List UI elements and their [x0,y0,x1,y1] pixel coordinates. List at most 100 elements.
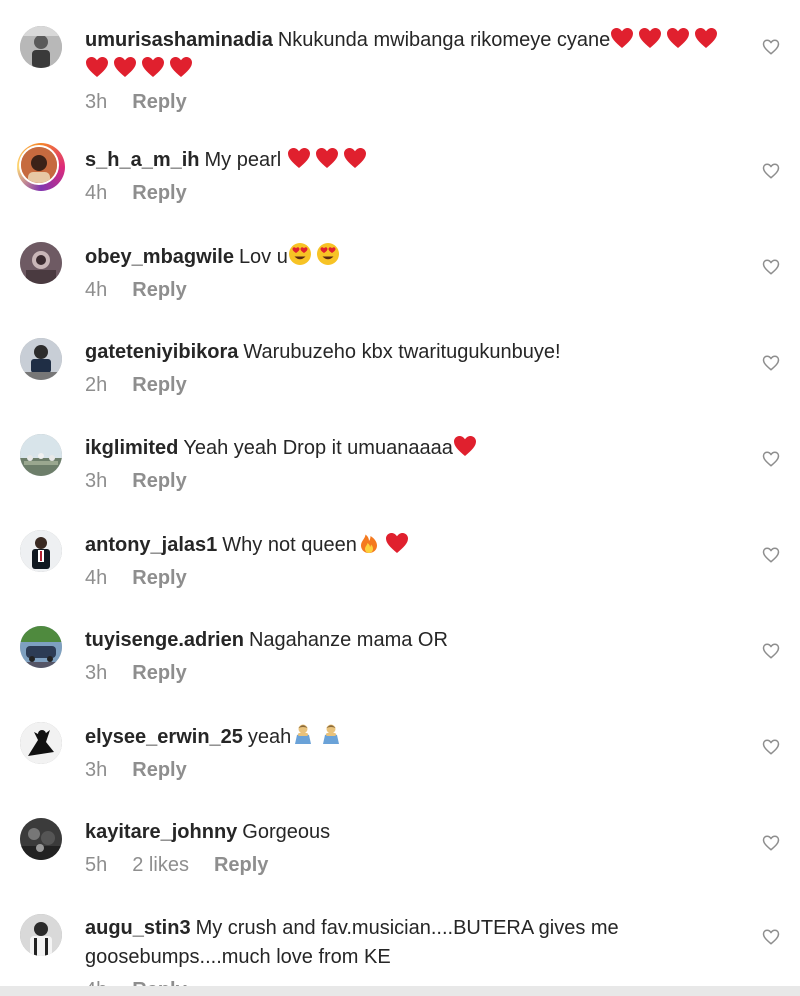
comment-username[interactable]: umurisashaminadia [85,29,273,51]
avatar[interactable] [20,914,62,956]
red-heart-emoji-icon [141,56,165,78]
comment-text: ikglimited Yeah yeah Drop it umuanaaaa [85,434,725,463]
red-heart-emoji-icon [694,27,718,49]
red-heart-emoji-icon [169,56,193,78]
comment-meta: 3h Reply [85,661,725,685]
comment-body: Nkukunda mwibanga rikomeye cyane [277,29,611,51]
red-heart-emoji-icon [113,56,137,78]
red-heart-emoji-icon [610,27,634,49]
reply-button[interactable]: Reply [132,469,186,493]
like-heart-icon[interactable] [762,38,780,56]
comment-username[interactable]: gateteniyibikora [85,341,238,363]
reply-button[interactable]: Reply [132,758,186,782]
comment-text: s_h_a_m_ih My pearl [85,146,725,175]
reply-button[interactable]: Reply [132,181,186,205]
person-bowing-emoji-icon [291,722,315,746]
comment-text: obey_mbagwile Lov u [85,242,725,272]
person-bowing-emoji-icon [319,722,343,746]
comment-username[interactable]: antony_jalas1 [85,534,217,556]
comment-text: antony_jalas1 Why not queen [85,530,725,560]
comment-time: 4h [85,567,108,589]
likes-count[interactable]: 2 likes [132,853,189,877]
comment-body: Gorgeous [242,821,331,843]
emoji-group [291,724,347,748]
navigation-bar-edge [0,986,800,996]
emoji-group [453,435,481,459]
red-heart-emoji-icon [315,147,339,169]
red-heart-emoji-icon [85,56,109,78]
reply-button[interactable]: Reply [132,566,186,590]
comment-time: 3h [85,662,108,684]
avatar[interactable] [20,242,62,284]
reply-button[interactable]: Reply [132,278,186,302]
comment-time: 4h [85,279,108,301]
comment-time: 5h [85,854,108,876]
comment-username[interactable]: kayitare_johnny [85,821,237,843]
comment-time: 3h [85,91,108,113]
red-heart-emoji-icon [287,147,311,169]
comment-time: 3h [85,759,108,781]
like-heart-icon[interactable] [762,162,780,180]
avatar[interactable] [20,626,62,668]
avatar[interactable] [20,338,62,380]
comment-time: 2h [85,374,108,396]
heart-eyes-emoji-icon [316,242,340,266]
reply-button[interactable]: Reply [132,661,186,685]
comment-meta: 3h Reply [85,758,725,782]
emoji-group [288,243,344,268]
comment-time: 3h [85,470,108,492]
comment-body: Yeah yeah Drop it umuanaaaa [183,437,453,459]
comment-meta: 5h 2 likes Reply [85,853,725,877]
fire-emoji-icon [357,530,381,554]
comment-text: gateteniyibikora Warubuzeho kbx twaritugu… [85,338,725,367]
like-heart-icon[interactable] [762,258,780,276]
like-heart-icon[interactable] [762,738,780,756]
comment-meta: 3h Reply [85,90,725,114]
comment-meta: 4h Reply [85,566,725,590]
like-heart-icon[interactable] [762,450,780,468]
red-heart-emoji-icon [453,435,477,457]
comment-body: Lov u [238,246,288,268]
reply-button[interactable]: Reply [132,90,186,114]
like-heart-icon[interactable] [762,928,780,946]
emoji-group [357,533,413,556]
comment-body: Nagahanze mama OR [248,629,448,651]
comment-body: Warubuzeho kbx twaritugukunbuye! [243,341,561,363]
like-heart-icon[interactable] [762,354,780,372]
reply-button[interactable]: Reply [214,853,268,877]
comment-username[interactable]: s_h_a_m_ih [85,149,200,171]
comment-text: elysee_erwin_25 yeah [85,722,725,752]
avatar[interactable] [20,818,62,860]
comment-username[interactable]: tuyisenge.adrien [85,629,244,651]
avatar[interactable] [20,530,62,572]
comment-text: umurisashaminadia Nkukunda mwibanga rikom… [85,26,725,84]
comment-time: 4h [85,182,108,204]
comment-username[interactable]: obey_mbagwile [85,246,234,268]
red-heart-emoji-icon [638,27,662,49]
like-heart-icon[interactable] [762,642,780,660]
comment-text: augu_stin3 My crush and fav.musician....B… [85,914,725,972]
red-heart-emoji-icon [666,27,690,49]
comment-meta: 3h Reply [85,469,725,493]
comments-list: umurisashaminadia Nkukunda mwibanga rikom… [0,0,800,996]
comment-text: kayitare_johnny Gorgeous [85,818,725,847]
avatar-image [19,145,59,185]
avatar[interactable] [20,722,62,764]
heart-eyes-emoji-icon [288,242,312,266]
comment-body: My pearl [204,149,282,171]
avatar[interactable] [20,26,62,68]
comment-meta: 4h Reply [85,181,725,205]
comment-text: tuyisenge.adrien Nagahanze mama OR [85,626,725,655]
comment-username[interactable]: elysee_erwin_25 [85,726,243,748]
red-heart-emoji-icon [343,147,367,169]
emoji-group [287,147,371,171]
like-heart-icon[interactable] [762,834,780,852]
avatar[interactable] [20,434,62,476]
reply-button[interactable]: Reply [132,373,186,397]
comment-username[interactable]: ikglimited [85,437,178,459]
like-heart-icon[interactable] [762,546,780,564]
comment-username[interactable]: augu_stin3 [85,917,191,939]
comment-meta: 2h Reply [85,373,725,397]
avatar[interactable] [17,143,65,191]
comment-body: yeah [247,726,292,748]
